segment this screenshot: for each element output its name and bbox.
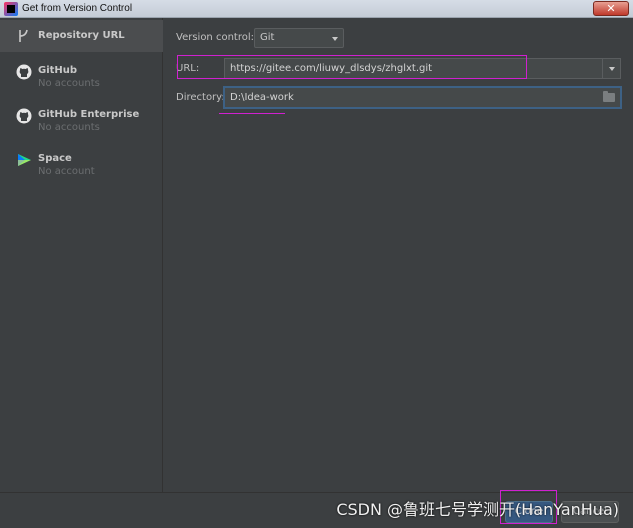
vcs-branch-icon bbox=[19, 29, 28, 42]
directory-value: D:\Idea-work bbox=[230, 92, 294, 103]
title-bar: Get from Version Control ✕ bbox=[0, 0, 633, 18]
url-label: URL: bbox=[176, 63, 200, 74]
github-icon bbox=[16, 108, 32, 124]
intellij-app-icon bbox=[4, 2, 18, 16]
url-history-dropdown[interactable] bbox=[602, 59, 620, 78]
sidebar-item-label: GitHub bbox=[38, 65, 78, 76]
window-title: Get from Version Control bbox=[22, 3, 133, 14]
version-control-value: Git bbox=[260, 32, 275, 43]
chevron-down-icon bbox=[332, 37, 338, 41]
github-icon bbox=[16, 64, 32, 80]
sidebar-item-label: GitHub Enterprise bbox=[38, 109, 140, 120]
sidebar: Repository URL GitHub No accounts GitHub… bbox=[0, 18, 163, 492]
sidebar-item-label: Repository URL bbox=[38, 30, 125, 41]
folder-icon[interactable] bbox=[603, 91, 615, 102]
close-button[interactable]: ✕ bbox=[593, 1, 629, 16]
chevron-down-icon bbox=[609, 67, 615, 71]
sidebar-item-space[interactable]: Space No account bbox=[0, 144, 163, 182]
sidebar-item-github-enterprise[interactable]: GitHub Enterprise No accounts bbox=[0, 100, 163, 138]
sidebar-item-status: No accounts bbox=[38, 122, 100, 133]
sidebar-item-github[interactable]: GitHub No accounts bbox=[0, 56, 163, 94]
version-control-label: Version control: bbox=[176, 32, 254, 43]
sidebar-item-repository-url[interactable]: Repository URL bbox=[0, 20, 163, 52]
directory-label: Directory: bbox=[176, 92, 225, 103]
directory-input[interactable]: D:\Idea-work bbox=[224, 87, 621, 108]
watermark: CSDN @鲁班七号学测开(HanYanHua) bbox=[336, 500, 619, 519]
sidebar-item-status: No accounts bbox=[38, 78, 100, 89]
version-control-select[interactable]: Git bbox=[254, 28, 344, 48]
url-input[interactable]: https://gitee.com/liuwy_dlsdys/zhglxt.gi… bbox=[224, 58, 621, 79]
sidebar-item-label: Space bbox=[38, 153, 72, 164]
space-icon bbox=[18, 154, 31, 166]
url-value: https://gitee.com/liuwy_dlsdys/zhglxt.gi… bbox=[230, 63, 433, 74]
sidebar-item-status: No account bbox=[38, 166, 95, 177]
annotation-underline-directory bbox=[219, 113, 285, 114]
